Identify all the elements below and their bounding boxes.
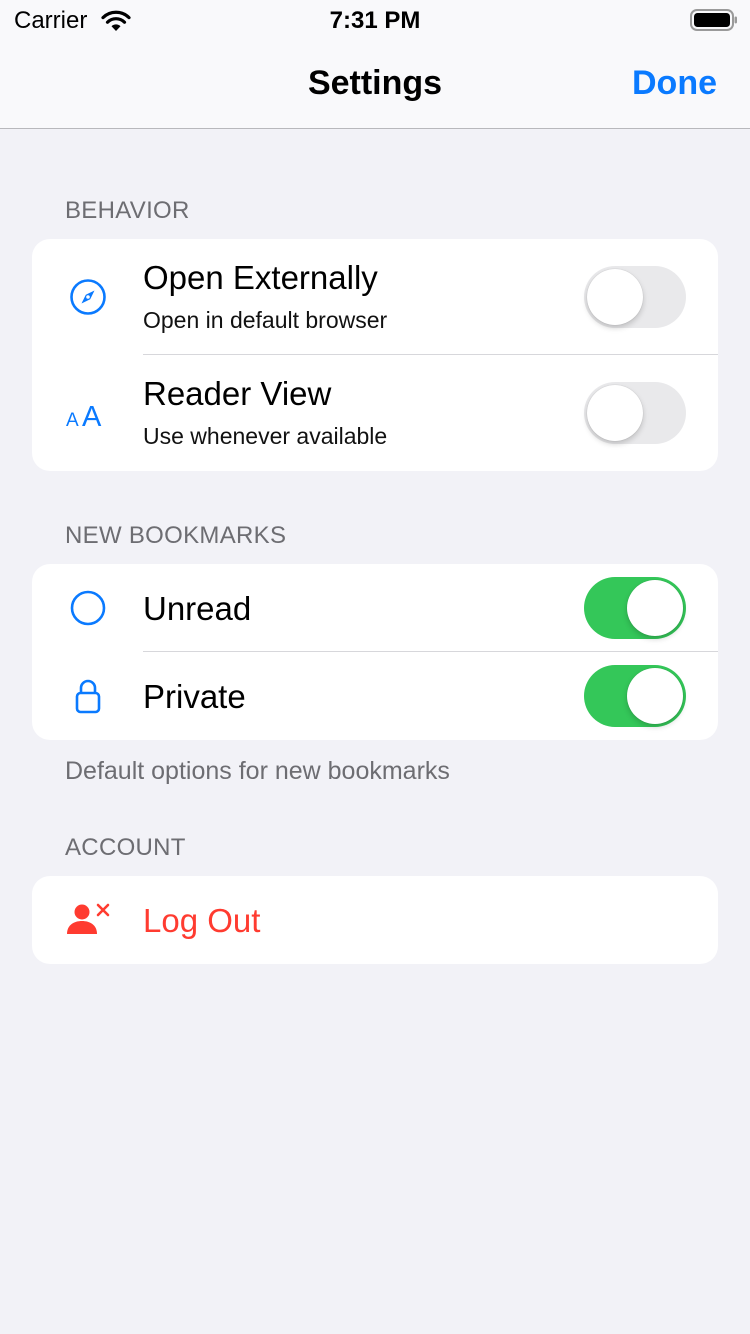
setting-title: Unread — [143, 590, 252, 627]
setting-row-private[interactable]: Private — [32, 652, 718, 740]
log-out-label: Log Out — [143, 902, 261, 939]
status-time: 7:31 PM — [329, 7, 421, 34]
account-card: Log Out — [32, 876, 718, 964]
status-bar: Carrier 7:31 PM — [0, 0, 750, 40]
setting-row-open-externally[interactable]: Open Externally Open in default browser — [32, 239, 718, 355]
section-footer-new-bookmarks: Default options for new bookmarks — [65, 757, 450, 785]
toggle-knob — [587, 385, 643, 441]
new-bookmarks-card: Unread Private — [32, 564, 718, 740]
toggle-knob — [627, 580, 683, 636]
setting-row-reader-view[interactable]: A A Reader View Use whenever available — [32, 355, 718, 471]
log-out-button[interactable]: Log Out — [32, 876, 718, 964]
toggle-knob — [627, 668, 683, 724]
section-header-account: ACCOUNT — [65, 834, 186, 861]
setting-title: Open Externally — [143, 259, 378, 296]
setting-title: Private — [143, 678, 246, 715]
section-header-behavior: BEHAVIOR — [65, 197, 190, 224]
setting-row-unread[interactable]: Unread — [32, 564, 718, 652]
navigation-bar: Settings Done — [0, 40, 750, 129]
setting-subtitle: Open in default browser — [143, 307, 388, 333]
person-remove-icon — [66, 898, 114, 942]
svg-text:A: A — [82, 401, 102, 433]
lock-icon — [66, 674, 110, 718]
compass-icon — [66, 275, 110, 319]
setting-title: Reader View — [143, 375, 332, 412]
circle-icon — [66, 586, 110, 630]
text-size-icon: A A — [66, 391, 110, 435]
behavior-card: Open Externally Open in default browser … — [32, 239, 718, 471]
section-header-new-bookmarks: NEW BOOKMARKS — [65, 522, 287, 549]
unread-toggle[interactable] — [584, 577, 686, 639]
toggle-knob — [587, 269, 643, 325]
done-button[interactable]: Done — [632, 64, 717, 103]
open-externally-toggle[interactable] — [584, 266, 686, 328]
private-toggle[interactable] — [584, 665, 686, 727]
battery-icon — [690, 9, 737, 31]
reader-view-toggle[interactable] — [584, 382, 686, 444]
setting-subtitle: Use whenever available — [143, 423, 388, 449]
svg-text:A: A — [66, 410, 79, 431]
